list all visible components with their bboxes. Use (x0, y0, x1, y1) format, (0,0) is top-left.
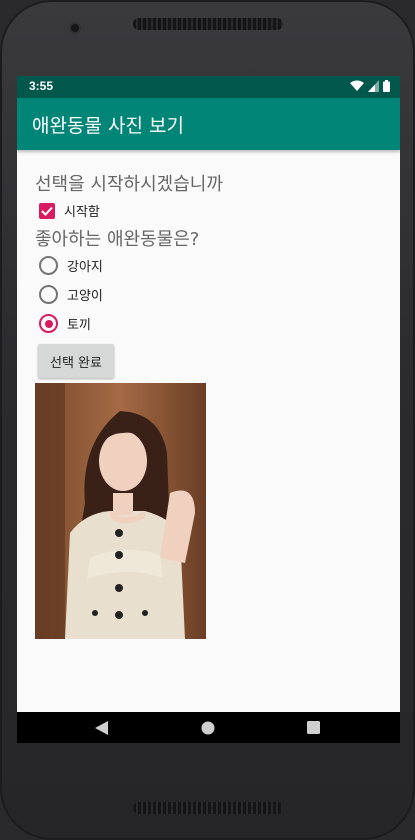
front-camera (71, 24, 79, 32)
navigation-bar (17, 712, 400, 743)
status-icons (350, 80, 390, 92)
back-icon[interactable] (95, 721, 108, 735)
start-checkbox-row[interactable]: 시작함 (39, 201, 100, 220)
app-title: 애완동물 사진 보기 (32, 115, 184, 137)
pet-question: 좋아하는 애완동물은? (35, 229, 200, 250)
home-icon[interactable] (201, 721, 215, 735)
status-time: 3:55 (29, 79, 54, 93)
radio-button-dog[interactable] (39, 256, 58, 275)
radio-button-cat[interactable] (39, 285, 58, 304)
radio-label-dog: 강아지 (67, 260, 103, 275)
radio-label-rabbit: 토끼 (67, 318, 91, 333)
start-question: 선택을 시작하시겠습니까 (35, 174, 223, 195)
start-checkbox-label: 시작함 (64, 205, 100, 220)
pet-photo (35, 383, 206, 639)
radio-button-rabbit[interactable] (39, 314, 58, 333)
wifi-icon (350, 80, 364, 91)
checkmark-icon (41, 206, 53, 216)
screen: 3:55 애완동물 사진 보기 선택을 시작하시겠습니까 시작함 좋아하는 애완… (17, 76, 400, 743)
radio-option-cat[interactable]: 고양이 (39, 285, 103, 304)
radio-option-dog[interactable]: 강아지 (39, 256, 103, 275)
recents-icon[interactable] (307, 721, 320, 734)
phone-frame: 3:55 애완동물 사진 보기 선택을 시작하시겠습니까 시작함 좋아하는 애완… (0, 0, 415, 840)
status-bar: 3:55 (17, 76, 400, 98)
cell-signal-icon (368, 80, 379, 92)
app-bar: 애완동물 사진 보기 (17, 98, 400, 150)
battery-icon (383, 80, 390, 92)
submit-button[interactable]: 선택 완료 (38, 344, 114, 378)
top-speaker (133, 18, 283, 30)
radio-option-rabbit[interactable]: 토끼 (39, 314, 91, 333)
radio-label-cat: 고양이 (67, 289, 103, 304)
start-checkbox[interactable] (39, 202, 55, 219)
bottom-speaker (133, 802, 283, 814)
